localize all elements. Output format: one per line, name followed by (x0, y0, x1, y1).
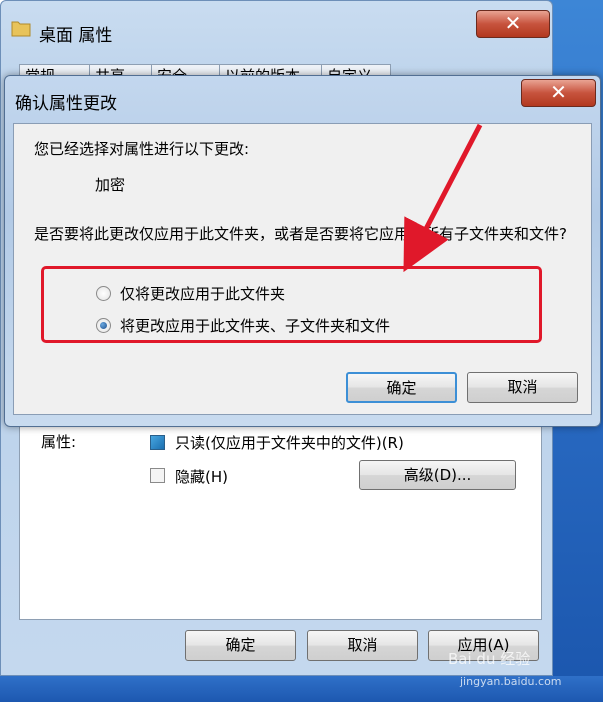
annotation-arrow-icon (403, 123, 483, 273)
watermark-logo: Bai du 经验 (448, 650, 531, 668)
watermark-url: jingyan.baidu.com (460, 675, 562, 688)
